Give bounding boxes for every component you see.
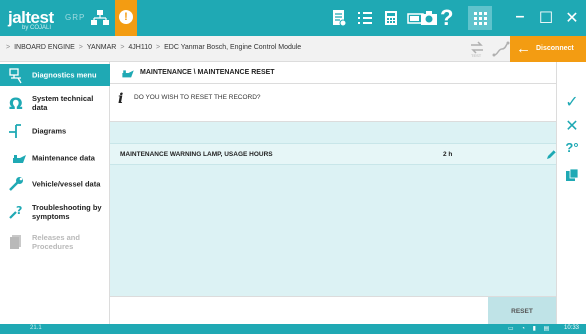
network-icon[interactable]: [91, 10, 109, 26]
help-icon[interactable]: ?°: [557, 140, 586, 155]
row-name: MAINTENANCE WARNING LAMP, USAGE HOURS: [120, 151, 273, 158]
omega-icon: Ω: [9, 95, 23, 111]
sidebar-item-label: System technical data: [32, 94, 94, 112]
clipboard-icon[interactable]: [565, 168, 579, 182]
system-tray-icons: ▭ ◔ ▮ ▤: [508, 326, 553, 332]
test-icon[interactable]: TEST: [468, 40, 486, 58]
svg-text:Ω: Ω: [9, 95, 23, 111]
sidebar-item-vehicle-vessel-data[interactable]: Vehicle/vessel data: [0, 171, 110, 197]
sidebar-item-system-technical-data[interactable]: Ω System technical data: [0, 89, 110, 117]
logo-subtitle: by COJALI: [22, 25, 52, 31]
sidebar-item-label: Troubleshooting by symptoms: [32, 203, 102, 221]
jaltest-logo: jaltest by COJALI: [8, 8, 54, 31]
confirm-icon[interactable]: ✓: [557, 92, 586, 112]
breadcrumb-separator: >: [78, 44, 83, 51]
route-icon[interactable]: [492, 40, 510, 58]
disconnect-label: Disconnect: [536, 45, 574, 52]
help-icon[interactable]: ?: [440, 5, 453, 31]
sidebar-item-maintenance-data[interactable]: Maintenance data: [0, 144, 110, 171]
row-value: 2 h: [443, 151, 453, 158]
reset-button[interactable]: RESET: [488, 297, 556, 325]
action-footer: RESET: [110, 296, 556, 325]
sidebar-item-label: Releases and Procedures: [32, 233, 80, 251]
minimize-button[interactable]: –: [510, 8, 530, 26]
sidebar-item-label: Maintenance data: [32, 153, 95, 162]
table-row[interactable]: MAINTENANCE WARNING LAMP, USAGE HOURS 2 …: [110, 143, 557, 165]
version-label: 21.1: [30, 325, 42, 331]
alert-icon: !: [119, 10, 133, 24]
breadcrumb-item[interactable]: INBOARD ENGINE: [14, 44, 75, 51]
troubleshoot-icon: ?: [9, 204, 22, 219]
apps-grid-button[interactable]: [468, 6, 492, 30]
main-panel: MAINTENANCE \ MAINTENANCE RESET i DO YOU…: [110, 62, 557, 325]
breadcrumb-separator: >: [120, 44, 125, 51]
calculator-icon[interactable]: [382, 9, 400, 27]
breadcrumb-bar: > INBOARD ENGINE > YANMAR >4JH110 > EDC Yanmar…: [0, 36, 586, 62]
camera-icon[interactable]: [420, 9, 438, 27]
list-icon[interactable]: [356, 9, 374, 27]
svg-text:?: ?: [16, 204, 22, 217]
group-label: GRP: [65, 13, 86, 22]
sidebar-item-diagnostics-menu[interactable]: Diagnostics menu: [0, 64, 110, 86]
breadcrumb-item[interactable]: 4JH110: [128, 44, 152, 51]
cancel-icon[interactable]: ✕: [557, 116, 586, 136]
breadcrumb-chevron-icon: >: [6, 44, 11, 51]
document-icon: [10, 235, 21, 249]
breadcrumb: > INBOARD ENGINE > YANMAR >4JH110 > EDC Yanmar…: [6, 44, 301, 51]
grid-icon: [474, 12, 487, 25]
breadcrumb-separator: >: [156, 44, 161, 51]
diagram-icon: [9, 124, 21, 138]
sidebar-item-diagrams[interactable]: Diagrams: [0, 118, 110, 144]
arrow-left-icon: ←: [516, 40, 531, 57]
breadcrumb-item[interactable]: EDC Yanmar Bosch, Engine Control Module: [164, 44, 301, 51]
sidebar: Diagnostics menu Ω System technical data…: [0, 62, 110, 334]
disconnect-button[interactable]: ← Disconnect: [510, 36, 586, 62]
section-title: MAINTENANCE \ MAINTENANCE RESET: [140, 69, 275, 76]
report-icon[interactable]: [330, 9, 348, 27]
sidebar-item-label: Vehicle/vessel data: [32, 179, 101, 189]
close-button[interactable]: ✕: [562, 8, 582, 28]
svg-text:TEST: TEST: [471, 53, 482, 58]
sidebar-item-label: Diagrams: [32, 126, 67, 136]
sidebar-item-label: Diagnostics menu: [32, 70, 97, 80]
top-bar: jaltest by COJALI GRP ! ? – ☐ ✕: [0, 0, 586, 36]
maximize-button[interactable]: ☐: [536, 8, 556, 28]
right-action-bar: ✓ ✕ ?°: [556, 62, 586, 324]
info-prompt: i DO YOU WISH TO RESET THE RECORD?: [110, 84, 556, 122]
maintenance-table: MAINTENANCE WARNING LAMP, USAGE HOURS 2 …: [110, 122, 557, 296]
breadcrumb-item[interactable]: YANMAR: [87, 44, 116, 51]
status-bar: 21.1 ▭ ◔ ▮ ▤ 10:33: [0, 324, 586, 334]
alert-button[interactable]: !: [115, 0, 137, 36]
oil-can-icon: [116, 70, 134, 78]
clock: 10:33: [564, 325, 580, 331]
sidebar-item-releases-procedures: Releases and Procedures: [0, 227, 110, 257]
section-header: MAINTENANCE \ MAINTENANCE RESET: [110, 62, 556, 84]
diagnostics-menu-icon: [9, 68, 22, 84]
prompt-text: DO YOU WISH TO RESET THE RECORD?: [134, 94, 261, 101]
info-icon: i: [118, 91, 124, 107]
sidebar-item-troubleshooting[interactable]: ? Troubleshooting by symptoms: [0, 197, 110, 227]
wrench-icon: [9, 177, 23, 191]
oil-can-icon: [6, 155, 26, 163]
